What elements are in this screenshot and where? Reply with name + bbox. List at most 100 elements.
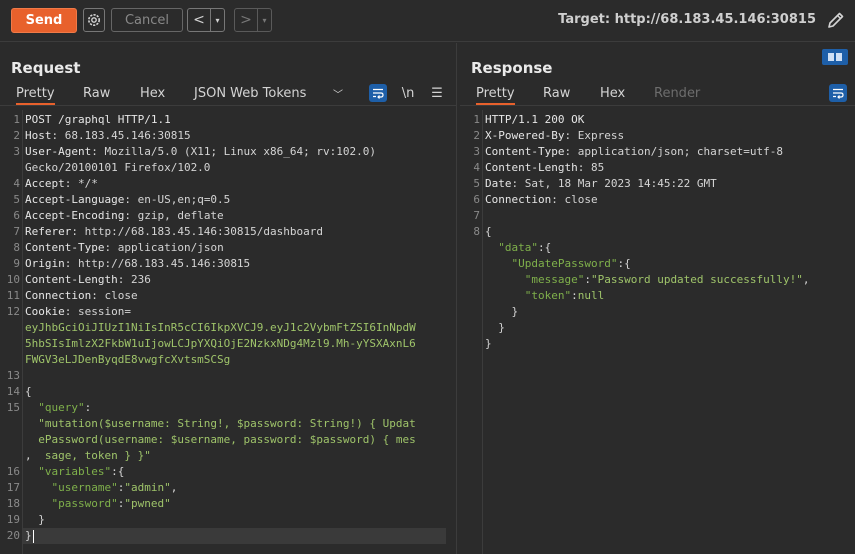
tab-response-hex[interactable]: Hex (600, 86, 625, 101)
json-punctuation: : (84, 401, 92, 414)
line-number: 13 (6, 369, 20, 382)
header-value: { (485, 225, 492, 238)
line-text: Accept-Language: en-US,en;q=0.5 (25, 192, 230, 208)
header-name: Origin (25, 257, 65, 270)
string-value: sage, token } }" (31, 449, 151, 462)
line-number: 15 (6, 401, 20, 414)
line-text: eyJhbGciOiJIUzI1NiIsInR5cCI6IkpXVCJ9.eyJ… (25, 320, 416, 336)
code-line: "data":{ (460, 240, 855, 256)
line-number: 19 (6, 513, 20, 526)
line-text: "token":null (485, 288, 604, 304)
header-value: : 68.183.45.146:30815 (51, 129, 191, 142)
tab-response-pretty[interactable]: Pretty (476, 86, 515, 105)
code-line: 7 (460, 208, 855, 224)
header-name: Accept-Language (25, 193, 125, 206)
code-line: 9 Origin: http://68.183.45.146:30815 (0, 256, 456, 272)
code-line: 1 HTTP/1.1 200 OK (460, 112, 855, 128)
line-text: } (485, 320, 505, 336)
code-line: 17 "username":"admin", (0, 480, 456, 496)
header-value: : Mozilla/5.0 (X11; Linux x86_64; rv:102… (91, 145, 377, 158)
header-name: Date (485, 177, 512, 190)
response-title: Response (471, 59, 553, 77)
code-line: 16 "variables":{ (0, 464, 456, 480)
target-label: Target: http://68.183.45.146:30815 (558, 12, 816, 27)
code-line: 10 Content-Length: 236 (0, 272, 456, 288)
wrap-lines-icon[interactable] (369, 84, 387, 102)
json-key: "query" (25, 401, 85, 414)
request-editor[interactable]: 1 POST /graphql HTTP/1.1 2 Host: 68.183.45.… (0, 110, 456, 554)
line-text: "message":"Password updated successfully… (485, 272, 810, 288)
layout-toggle-icon[interactable] (822, 49, 848, 65)
code-line: "token":null (460, 288, 855, 304)
code-line: 8 Content-Type: application/json (0, 240, 456, 256)
header-value: } (485, 337, 492, 350)
header-name: Referer (25, 225, 72, 238)
wrap-lines-icon[interactable] (829, 84, 847, 102)
cancel-button[interactable]: Cancel (111, 8, 183, 32)
header-name: POST /graphql HTTP/1.1 (25, 113, 171, 126)
line-text: HTTP/1.1 200 OK (485, 112, 584, 128)
pencil-icon[interactable] (826, 10, 846, 30)
send-button[interactable]: Send (11, 8, 77, 33)
code-line: 13 (0, 368, 456, 384)
header-name: Connection (25, 289, 92, 302)
response-editor[interactable]: 1 HTTP/1.1 200 OK 2 X-Powered-By: Express 3 C… (460, 110, 855, 554)
string-value: "Password updated successfully!" (590, 273, 803, 286)
menu-icon[interactable]: ☰ (428, 84, 446, 102)
line-text: "variables":{ (25, 464, 124, 480)
line-text: { (25, 384, 32, 400)
line-text: , sage, token } }" (25, 448, 151, 464)
line-number: 3 (473, 145, 480, 158)
tab-response-raw[interactable]: Raw (543, 86, 570, 101)
tab-request-hex[interactable]: Hex (140, 86, 165, 101)
json-punctuation: :{ (617, 257, 631, 270)
forward-button[interactable]: > (235, 9, 257, 31)
line-number: 7 (473, 209, 480, 222)
json-key: "message" (485, 273, 585, 286)
line-number: 4 (13, 177, 20, 190)
request-pane: Request Pretty Raw Hex JSON Web Tokens ﹀… (0, 43, 457, 554)
code-line: } (460, 336, 855, 352)
line-text: "password":"pwned" (25, 496, 170, 512)
line-text: "query": (25, 400, 91, 416)
show-newlines-toggle[interactable]: \n (399, 84, 417, 102)
header-value: : 236 (117, 273, 151, 286)
line-text: Content-Length: 236 (25, 272, 151, 288)
code-line: FWGV3eLJDenByqdE8vwgfcXvtsmSCSg (0, 352, 456, 368)
code-line: 4 Content-Length: 85 (460, 160, 855, 176)
line-number: 3 (13, 145, 20, 158)
line-text: Referer: http://68.183.45.146:30815/dash… (25, 224, 323, 240)
line-number: 1 (473, 113, 480, 126)
line-text: } (485, 336, 492, 352)
gear-icon (88, 14, 100, 26)
header-value: : session= (64, 305, 131, 318)
line-number: 5 (13, 193, 20, 206)
toolbar: Send Cancel < ▾ > ▾ Target: http://68.18… (0, 0, 855, 42)
response-tabs: Pretty Raw Hex Render (460, 84, 855, 106)
json-key: "password" (25, 497, 118, 510)
line-text: Accept-Encoding: gzip, deflate (25, 208, 224, 224)
code-line: 3 Content-Type: application/json; charset… (460, 144, 855, 160)
tab-request-json-web-tokens[interactable]: JSON Web Tokens (194, 86, 306, 101)
back-button[interactable]: < (188, 9, 210, 31)
tab-response-render[interactable]: Render (654, 86, 700, 101)
back-history-dropdown[interactable]: ▾ (210, 9, 224, 31)
header-name: Accept (25, 177, 65, 190)
json-punctuation: :{ (537, 241, 552, 254)
header-value: : en-US,en;q=0.5 (124, 193, 231, 206)
forward-history-dropdown[interactable]: ▾ (257, 9, 271, 31)
header-name: Content-Length (485, 161, 578, 174)
line-number: 20 (6, 529, 20, 542)
code-line: eyJhbGciOiJIUzI1NiIsInR5cCI6IkpXVCJ9.eyJ… (0, 320, 456, 336)
line-text: Host: 68.183.45.146:30815 (25, 128, 191, 144)
line-number: 5 (473, 177, 480, 190)
code-line: 20} (0, 528, 456, 544)
line-text: User-Agent: Mozilla/5.0 (X11; Linux x86_… (25, 144, 376, 160)
json-key: "token" (485, 289, 572, 302)
tab-request-raw[interactable]: Raw (83, 86, 110, 101)
header-value: } (485, 321, 505, 334)
settings-button[interactable] (83, 8, 105, 32)
chevron-down-icon[interactable]: ﹀ (329, 84, 347, 102)
line-text: Content-Type: application/json (25, 240, 224, 256)
tab-request-pretty[interactable]: Pretty (16, 86, 55, 105)
